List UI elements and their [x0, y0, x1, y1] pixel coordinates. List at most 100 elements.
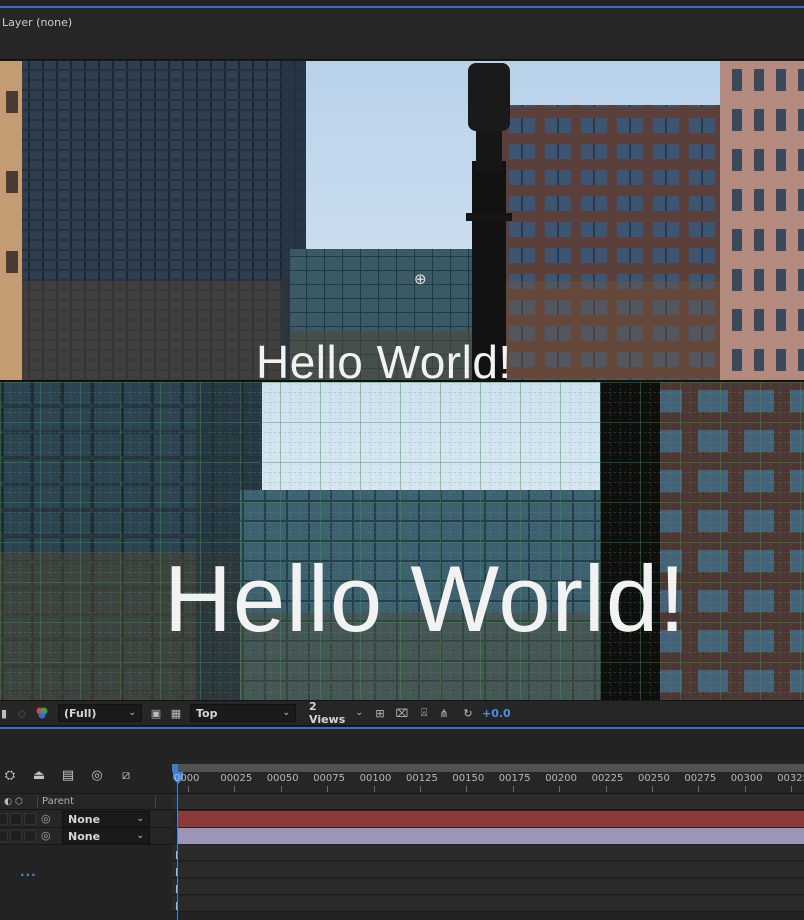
layer-duration-bar[interactable] [178, 811, 804, 827]
column-separator [37, 796, 38, 808]
resolution-value: (Full) [64, 706, 97, 720]
flowchart-icon[interactable]: ⋔ [436, 705, 452, 721]
layer-label: Layer (none) [2, 16, 73, 29]
ruler-tick-label: 00225 [591, 773, 624, 784]
header-track [172, 793, 804, 810]
ruler-tick-label: 00275 [684, 773, 717, 784]
motion-blur-icon[interactable]: ◎ [87, 766, 107, 784]
ruler-tick [466, 786, 468, 792]
frame-blending-icon[interactable]: ▤ [58, 766, 78, 784]
switch-cell[interactable] [24, 813, 36, 825]
ruler-tick [744, 786, 746, 792]
viewer-bottom[interactable]: ⊕ Hello World! [0, 382, 804, 700]
work-area-bar[interactable] [172, 764, 804, 772]
ruler-tick [420, 786, 421, 792]
layer-column-header: ◐ ⬡ Parent [0, 793, 172, 810]
resolution-dropdown[interactable]: (Full) ⌄ [58, 704, 142, 722]
panel-top-strip [0, 0, 804, 8]
ruler-tick [652, 786, 653, 792]
switch-cell[interactable] [0, 830, 8, 842]
ruler-tick-label: 00200 [545, 773, 577, 784]
3d-view-value: Top [196, 706, 218, 720]
ruler-tick [698, 786, 700, 792]
layer-duration-bar[interactable] [178, 828, 804, 844]
time-ruler[interactable]: 0000 00025 00050 00075 00100 00125 00150 00175 0… [172, 762, 804, 792]
ruler-tick [234, 786, 236, 792]
view-layout-value: 2 Views [309, 700, 346, 726]
transparency-grid-icon[interactable]: ▦ [168, 705, 184, 721]
ruler-tick [605, 786, 607, 792]
show-snapshot-icon[interactable]: ⍓ [416, 705, 432, 721]
grid-guides-icon[interactable]: ⊞ [372, 705, 388, 721]
column-separator [155, 796, 156, 808]
text-layer-hello-bottom[interactable]: Hello World! [164, 552, 686, 646]
more-indicator[interactable]: ... [20, 865, 37, 879]
ruler-tick-label: 00050 [266, 773, 299, 784]
parent-value: None [68, 829, 101, 843]
ruler-tick-label: 00075 [313, 773, 345, 784]
ruler-tick-label: 00125 [406, 773, 438, 784]
pick-whip-icon[interactable]: ◎ [41, 812, 51, 825]
ruler-tick-label: 00150 [452, 773, 485, 784]
draft-3d-icon[interactable]: ⛭ [0, 766, 20, 784]
ruler-tick [327, 786, 329, 792]
ruler-tick-label: 00100 [359, 773, 392, 784]
viewer-top[interactable]: ⊕ Hello World! [0, 61, 804, 380]
switch-cell[interactable] [0, 813, 8, 825]
chevron-down-icon: ⌄ [282, 708, 290, 718]
shy-icon[interactable]: ⏏ [29, 766, 49, 784]
channel-icon[interactable]: ▮ [0, 705, 8, 721]
3d-layer-icon[interactable]: ⬡ [11, 794, 27, 810]
viewer-toolbar: ▮ ◇ (Full) ⌄ ▣ ▦ Top ⌄ 2 Views ⌄ ⊞ ⌧ ⍓ ⋔ ↻ … [0, 700, 804, 726]
chevron-down-icon: ⌄ [355, 708, 363, 718]
ruler-tick [791, 786, 793, 792]
empty-track [172, 879, 804, 895]
pick-whip-icon[interactable]: ◎ [41, 829, 51, 842]
text-layer-hello-top[interactable]: Hello World! [256, 339, 512, 380]
3d-view-dropdown[interactable]: Top ⌄ [190, 704, 296, 722]
ruler-tick-label: 00025 [220, 773, 253, 784]
view-layout-dropdown[interactable]: 2 Views ⌄ [304, 700, 368, 726]
timeline-panel: ⛭ ⏏ ▤ ◎ ⧄ 0000 00025 00050 00075 00100 00125 0… [0, 729, 804, 920]
time-marker-icon: I [175, 866, 179, 879]
ruler-tick-label: 00300 [730, 773, 763, 784]
alpha-icon[interactable]: ◇ [14, 705, 30, 721]
viewer-top-scene [0, 61, 804, 380]
empty-track [172, 862, 804, 878]
parent-value: None [68, 812, 101, 826]
viewer-bottom-scene [0, 382, 804, 700]
ruler-tick [373, 786, 375, 792]
parent-dropdown[interactable]: None ⌄ [62, 828, 150, 844]
ruler-tick-label: 00325 [777, 773, 804, 784]
time-marker-icon: I [175, 849, 179, 862]
snapshot-icon[interactable]: ⌧ [394, 705, 410, 721]
ruler-tick [188, 786, 189, 792]
time-marker-icon: I [175, 900, 179, 913]
parent-column-header: Parent [42, 796, 75, 807]
ruler-tick-label: 00175 [498, 773, 531, 784]
empty-track [172, 896, 804, 912]
layer-row[interactable]: ◎ None ⌄ [0, 828, 172, 845]
region-of-interest-icon[interactable]: ▣ [148, 705, 164, 721]
ruler-tick-label: 00250 [638, 773, 670, 784]
ruler-tick [512, 786, 514, 792]
parent-dropdown[interactable]: None ⌄ [62, 811, 150, 827]
switch-cell[interactable] [10, 813, 22, 825]
exposure-value[interactable]: +0.0 [482, 707, 511, 720]
layer-row[interactable]: ◎ None ⌄ [0, 811, 172, 828]
anchor-point-icon[interactable]: ⊕ [414, 272, 427, 287]
switch-cell[interactable] [10, 830, 22, 842]
switch-cell[interactable] [24, 830, 36, 842]
color-icon[interactable] [34, 705, 50, 721]
ruler-tick [280, 786, 282, 792]
chevron-down-icon: ⌄ [136, 814, 144, 824]
chevron-down-icon: ⌄ [128, 708, 136, 718]
graph-editor-icon[interactable]: ⧄ [116, 766, 136, 784]
time-marker-icon: I [175, 883, 179, 896]
reset-exposure-icon[interactable]: ↻ [460, 705, 476, 721]
layer-panel-header: Layer (none) [0, 8, 804, 60]
ruler-tick [559, 786, 561, 792]
timeline-switches-toolbar: ⛭ ⏏ ▤ ◎ ⧄ [0, 765, 170, 785]
chevron-down-icon: ⌄ [136, 831, 144, 841]
empty-track [172, 845, 804, 861]
